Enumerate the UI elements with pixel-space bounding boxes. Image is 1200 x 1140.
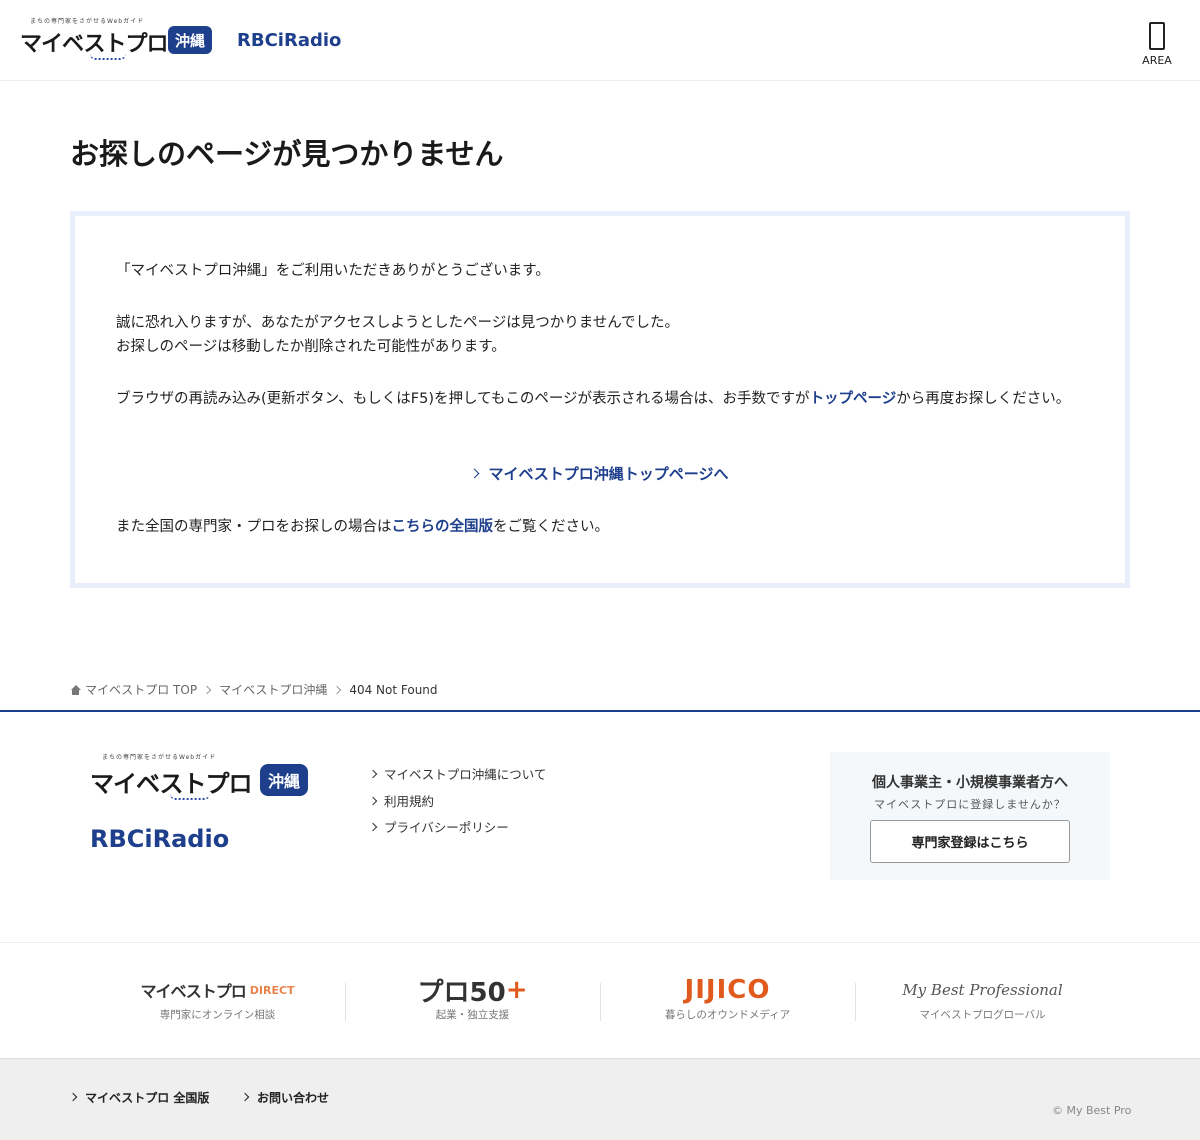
chevron-right-icon bbox=[68, 1092, 78, 1102]
chevron-right-icon bbox=[240, 1092, 250, 1102]
breadcrumb-current: 404 Not Found bbox=[349, 682, 438, 697]
breadcrumb-item-okinawa[interactable]: マイベストプロ沖縄 bbox=[219, 681, 327, 698]
mybestpro-direct-logo: マイベストプロ DIRECT bbox=[90, 973, 345, 1007]
logo-tagline: まちの専門家をさがせるWebガイド bbox=[30, 18, 145, 25]
jijico-logo: JIJICO bbox=[684, 975, 771, 1005]
smartphone-icon bbox=[1149, 22, 1165, 50]
breadcrumb-separator-icon bbox=[333, 685, 342, 694]
footer-link-privacy[interactable]: プライバシーポリシー bbox=[368, 815, 546, 842]
footer-link-terms-label: 利用規約 bbox=[384, 793, 435, 809]
page-title: お探しのページが見つかりません bbox=[70, 137, 504, 171]
reload-hint-text: ブラウザの再読み込み(更新ボタン、もしくはF5)を押してもこのページが表示される… bbox=[116, 387, 1091, 411]
brand-jijico[interactable]: JIJICO 暮らしのオウンドメディア bbox=[600, 973, 855, 1033]
not-found-line-2: お探しのページは移動したか削除された可能性があります。 bbox=[116, 339, 506, 355]
brand-caption: マイベストプログローバル bbox=[919, 1009, 1046, 1021]
area-button[interactable]: AREA bbox=[1134, 20, 1180, 70]
footer-rbc-radio-logo[interactable]: RBCiRadio bbox=[90, 825, 229, 853]
national-text-before: また全国の専門家・プロをお探しの場合は bbox=[116, 519, 392, 535]
site-logo[interactable]: まちの専門家をさがせるWebガイド マイベストプロ 沖縄 bbox=[20, 16, 212, 64]
footer-site-logo[interactable]: まちの専門家をさがせるWebガイド マイベストプロ 沖縄 bbox=[90, 752, 310, 800]
pro50plus-logo-name: プロ50 bbox=[417, 977, 506, 1008]
top-page-inline-link[interactable]: トップページ bbox=[810, 391, 897, 407]
site-header: まちの専門家をさがせるWebガイド マイベストプロ 沖縄 RBCiRadio A… bbox=[0, 0, 1200, 81]
footer-links: マイベストプロ沖縄について 利用規約 プライバシーポリシー bbox=[368, 762, 547, 842]
logo-area-badge: 沖縄 bbox=[168, 26, 212, 54]
not-found-notice: 「マイベストプロ沖縄」をご利用いただきありがとうございます。 誠に恐れ入りますが… bbox=[70, 211, 1130, 588]
expert-registration-box: 個人事業主・小規模事業者方へ マイベストプロに登録しませんか？ 専門家登録はこち… bbox=[830, 752, 1110, 880]
not-found-line-1: 誠に恐れ入りますが、あなたがアクセスしようとしたページは見つかりませんでした。 bbox=[116, 315, 680, 331]
area-label: AREA bbox=[1142, 54, 1172, 67]
footer-rbc-radio-logo-text: RBCiRadio bbox=[90, 825, 230, 853]
footer-link-about-label: マイベストプロ沖縄について bbox=[384, 767, 547, 782]
footer-logo-dots bbox=[170, 794, 210, 800]
national-version-footer-link[interactable]: マイベストプロ 全国版 bbox=[68, 1089, 210, 1106]
not-found-text: 誠に恐れ入りますが、あなたがアクセスしようとしたページは見つかりませんでした。 … bbox=[116, 311, 679, 359]
pro50plus-logo: プロ50 + bbox=[345, 973, 600, 1008]
chevron-right-icon bbox=[368, 796, 378, 805]
brand-mybestpro-global[interactable]: My Best Professional マイベストプログローバル bbox=[855, 973, 1110, 1033]
national-version-text: また全国の専門家・プロをお探しの場合はこちらの全国版をご覧ください。 bbox=[116, 515, 609, 539]
my-best-professional-logo: My Best Professional bbox=[902, 981, 1063, 999]
expert-registration-button[interactable]: 専門家登録はこちら bbox=[870, 820, 1070, 863]
brand-caption: 専門家にオンライン相談 bbox=[159, 1009, 276, 1021]
rbc-radio-logo[interactable]: RBCiRadio bbox=[237, 30, 341, 51]
breadcrumb-separator-icon bbox=[202, 685, 212, 694]
contact-link[interactable]: お問い合わせ bbox=[240, 1089, 330, 1106]
chevron-right-icon bbox=[368, 822, 378, 832]
okinawa-top-page-link-label: マイベストプロ沖縄トップページへ bbox=[488, 465, 729, 483]
chevron-right-icon bbox=[470, 468, 480, 479]
okinawa-top-page-link[interactable]: マイベストプロ沖縄トップページへ bbox=[75, 463, 1125, 484]
footer-logo-tagline: まちの専門家をさがせるWebガイド bbox=[102, 754, 217, 761]
copyright: © My Best Pro bbox=[1052, 1104, 1132, 1117]
reload-hint-before: ブラウザの再読み込み(更新ボタン、もしくはF5)を押してもこのページが表示される… bbox=[116, 391, 810, 407]
reload-hint-after: から再度お探しください。 bbox=[896, 391, 1071, 407]
mybestpro-direct-logo-name: マイベストプロ bbox=[140, 982, 246, 1001]
mybestpro-direct-logo-extra: DIRECT bbox=[249, 983, 295, 997]
footer-link-privacy-label: プライバシーポリシー bbox=[384, 820, 509, 835]
national-text-after: をご覧ください。 bbox=[493, 519, 609, 535]
brand-links: マイベストプロ DIRECT 専門家にオンライン相談 プロ50 + 起業・独立支援 … bbox=[0, 942, 1200, 1058]
brand-pro50plus[interactable]: プロ50 + 起業・独立支援 bbox=[345, 973, 600, 1033]
chevron-right-icon bbox=[368, 769, 378, 779]
footer-bottom-bar: マイベストプロ 全国版 お問い合わせ © My Best Pro bbox=[0, 1058, 1200, 1140]
footer-link-terms[interactable]: 利用規約 bbox=[368, 789, 546, 816]
national-version-link[interactable]: こちらの全国版 bbox=[392, 519, 494, 535]
brand-caption: 暮らしのオウンドメディア bbox=[664, 1009, 791, 1021]
rbc-radio-logo-text: RBCiRadio bbox=[237, 30, 342, 51]
logo-dots bbox=[90, 54, 126, 60]
thanks-text: 「マイベストプロ沖縄」をご利用いただきありがとうございます。 bbox=[116, 263, 550, 279]
footer: まちの専門家をさがせるWebガイド マイベストプロ 沖縄 RBCiRadio マ… bbox=[0, 710, 1200, 942]
brand-mybestpro-direct[interactable]: マイベストプロ DIRECT 専門家にオンライン相談 bbox=[90, 973, 345, 1033]
footer-link-about[interactable]: マイベストプロ沖縄について bbox=[368, 762, 547, 789]
pro50plus-logo-plus: + bbox=[505, 975, 528, 1005]
breadcrumb-item-top[interactable]: マイベストプロ TOP bbox=[85, 681, 197, 698]
registration-subtext: マイベストプロに登録しませんか？ bbox=[874, 798, 1066, 811]
home-icon bbox=[70, 684, 81, 695]
footer-logo-area-badge: 沖縄 bbox=[260, 764, 308, 796]
contact-link-label: お問い合わせ bbox=[257, 1091, 330, 1105]
breadcrumb: マイベストプロ TOP マイベストプロ沖縄 404 Not Found bbox=[70, 681, 438, 698]
brand-caption: 起業・独立支援 bbox=[435, 1009, 510, 1021]
registration-heading: 個人事業主・小規模事業者方へ bbox=[872, 775, 1068, 791]
national-version-footer-link-label: マイベストプロ 全国版 bbox=[85, 1091, 210, 1105]
